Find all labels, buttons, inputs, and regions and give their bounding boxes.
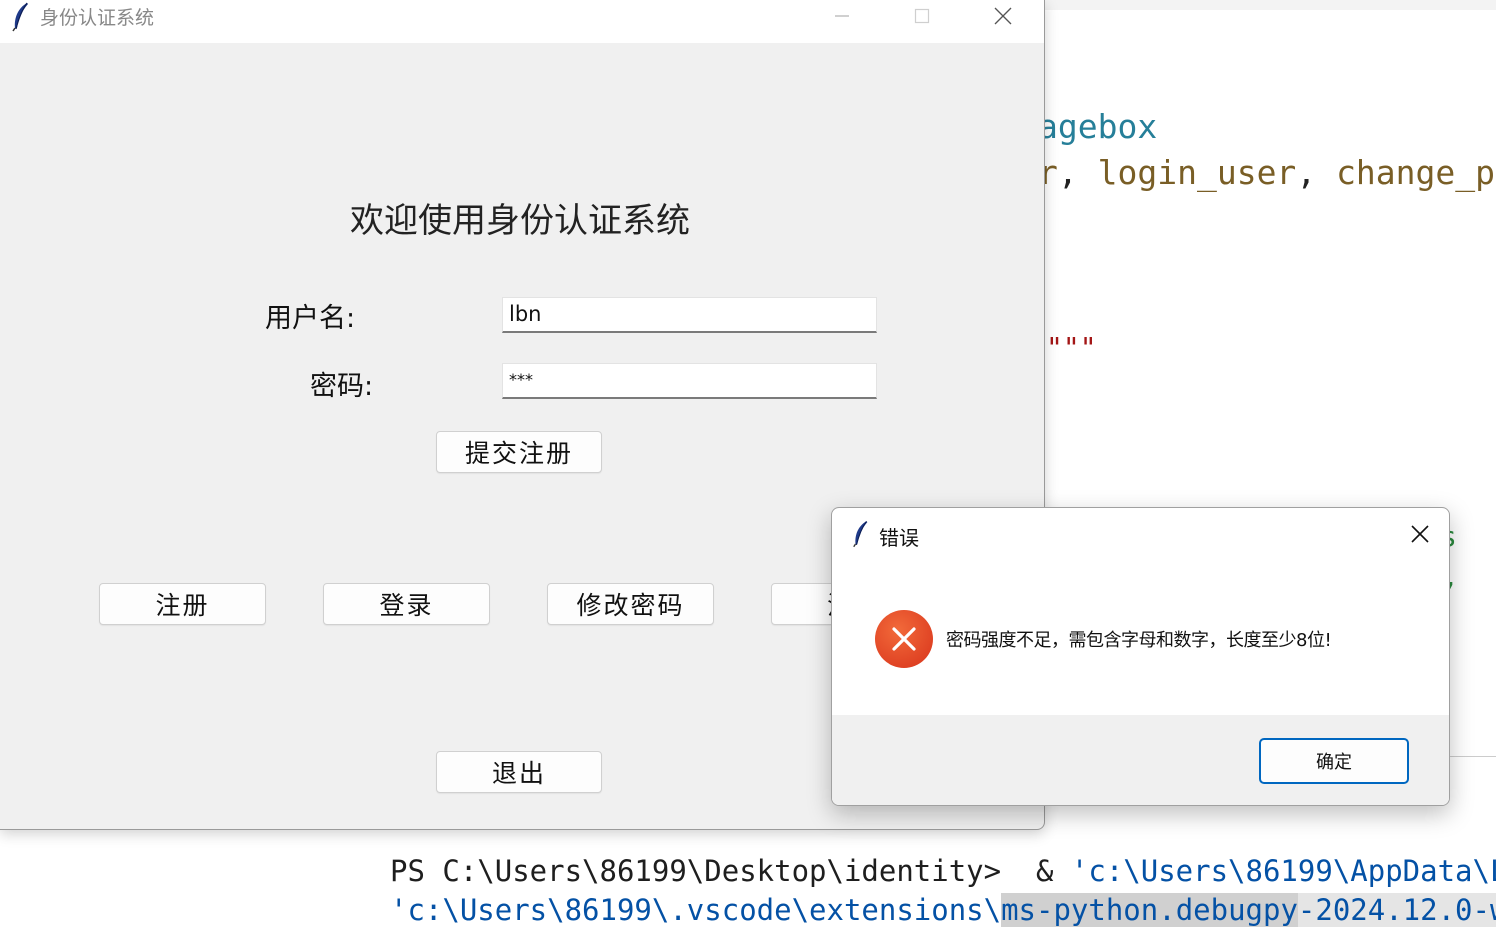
code-token: login_user <box>1097 153 1297 192</box>
terminal-link[interactable]: ms-python.debugpy <box>1001 893 1298 927</box>
submit-register-button[interactable]: 提交注册 <box>436 431 602 473</box>
terminal-line-1: PS C:\Users\86199\Desktop\identity> & 'c… <box>390 852 1496 890</box>
password-input[interactable]: *** <box>502 363 877 399</box>
x-mark-icon <box>892 627 916 651</box>
login-button[interactable]: 登录 <box>323 583 490 625</box>
username-label: 用户名: <box>265 303 356 334</box>
dialog-title: 错误 <box>879 526 919 550</box>
minimize-icon <box>835 15 849 17</box>
error-dialog: 错误 密码强度不足，需包含字母和数字，长度至少8位! 确定 <box>831 507 1450 806</box>
terminal-panel[interactable]: PS C:\Users\86199\Desktop\identity> & 'c… <box>343 830 1496 931</box>
panel-divider <box>1448 756 1496 757</box>
terminal-prompt: PS C:\Users\86199\Desktop\identity> & <box>390 854 1071 888</box>
code-line-import: agebox <box>1038 107 1158 146</box>
exit-button[interactable]: 退出 <box>436 751 602 793</box>
terminal-line-2: 'c:\Users\86199\.vscode\extensions\ms-py… <box>390 891 1496 929</box>
editor-tab-strip <box>1045 0 1496 10</box>
window-titlebar[interactable]: 身份认证系统 <box>0 0 1044 43</box>
code-token: change_pa <box>1336 153 1496 192</box>
code-line-docstring: """ <box>1046 331 1097 364</box>
close-button[interactable] <box>963 0 1043 32</box>
code-line-import-names: r, login_user, change_pa <box>1038 153 1496 193</box>
code-token: , <box>1296 153 1337 192</box>
password-label: 密码: <box>310 371 374 402</box>
window-title: 身份认证系统 <box>40 7 155 29</box>
close-icon <box>994 7 1012 25</box>
maximize-button[interactable] <box>882 0 962 32</box>
terminal-path: 'c:\Users\86199\.vscode\extensions\ <box>390 893 1002 927</box>
close-icon <box>1411 525 1429 543</box>
change-password-button[interactable]: 修改密码 <box>547 583 714 625</box>
terminal-path: 'c:\Users\86199\AppData\Lo <box>1070 854 1496 888</box>
terminal-path: -2024.12.0-wi <box>1297 893 1496 927</box>
dialog-close-button[interactable] <box>1402 520 1438 548</box>
code-token: , <box>1057 153 1098 192</box>
username-input[interactable]: lbn <box>502 297 877 333</box>
ok-button[interactable]: 确定 <box>1259 738 1409 784</box>
error-x-icon <box>875 610 933 668</box>
error-message: 密码强度不足，需包含字母和数字，长度至少8位! <box>946 630 1332 651</box>
feather-icon <box>853 520 868 548</box>
welcome-heading: 欢迎使用身份认证系统 <box>350 201 690 241</box>
register-button[interactable]: 注册 <box>99 583 266 625</box>
maximize-icon <box>914 8 930 24</box>
feather-icon <box>12 2 28 32</box>
minimize-button[interactable] <box>802 0 882 32</box>
